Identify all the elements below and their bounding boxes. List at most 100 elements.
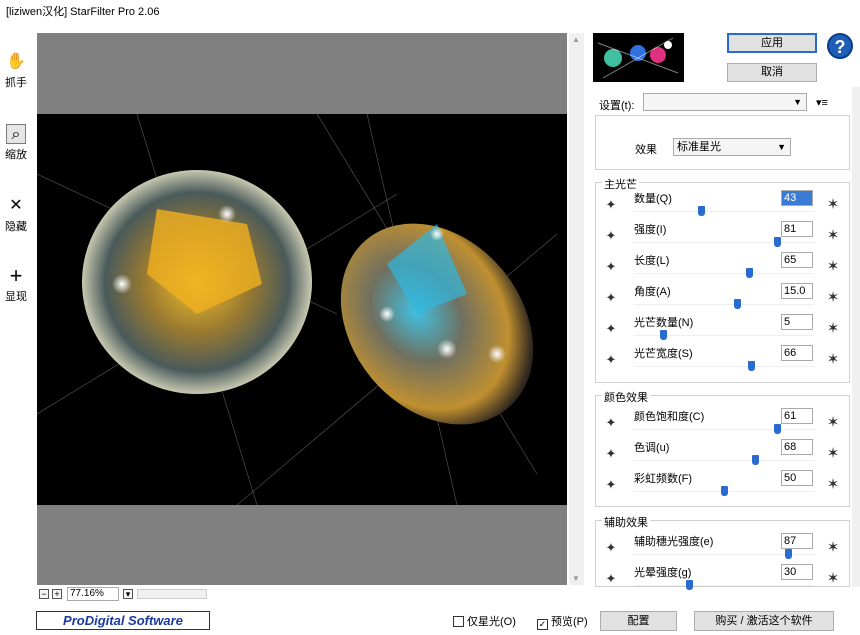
scroll-up-icon[interactable]: ▲ <box>572 35 580 44</box>
slider-track[interactable] <box>634 304 814 305</box>
cancel-button[interactable]: 取消 <box>727 63 817 82</box>
slider-thumb[interactable] <box>748 361 756 371</box>
tool-hide[interactable]: ✕ 隐藏 <box>0 196 32 234</box>
help-icon[interactable]: ? <box>827 33 853 59</box>
slider-thumb[interactable] <box>698 206 705 216</box>
preview-label: 预览(P) <box>551 616 588 628</box>
slider-track[interactable] <box>634 211 814 212</box>
cross-rainbow-icon: ✶ <box>826 476 840 493</box>
slider-label: 光芒宽度(S) <box>634 348 693 360</box>
zoom-dropdown-button[interactable]: ▾ <box>123 589 133 599</box>
slider-value-field[interactable]: 61 <box>781 408 813 424</box>
slider-thumb[interactable] <box>685 580 693 590</box>
slider-row-main-0: ✦ 数量(Q) 43 ✶ <box>590 190 860 221</box>
only-star-label: 仅星光(O) <box>467 616 516 628</box>
halo-icon: ✶ <box>826 570 840 587</box>
tool-hand-label: 抓手 <box>5 77 27 89</box>
slider-track[interactable] <box>634 366 814 367</box>
slider-value-field[interactable]: 87 <box>781 533 813 549</box>
preview-image[interactable] <box>37 114 567 505</box>
slider-thumb[interactable] <box>751 455 759 465</box>
slider-label: 强度(I) <box>634 224 667 236</box>
slider-track[interactable] <box>634 242 814 243</box>
settings-menu-icon[interactable]: ▾≡ <box>816 96 828 109</box>
zoom-field[interactable]: 77.16% <box>67 587 119 601</box>
slider-value-field[interactable]: 30 <box>781 564 813 580</box>
settings-panel: 设置(t): ▼ ▾≡ 效果 标准星光 ▼ 主光芒 ✦ 数量(Q) 43 ✶ ✦ 强度(I… <box>590 87 860 590</box>
slider-track[interactable] <box>634 585 814 586</box>
slider-row-color-0: ✦ 颜色饱和度(C) 61 ✶ <box>590 408 860 439</box>
slider-thumb[interactable] <box>659 330 667 340</box>
slider-value-field[interactable]: 50 <box>781 470 813 486</box>
effect-label: 效果 <box>635 144 657 156</box>
slider-value-field[interactable]: 15.0 <box>781 283 813 299</box>
thumbnail-image <box>597 37 679 79</box>
slider-row-main-1: ✦ 强度(I) 81 ✶ <box>590 221 860 252</box>
window-title: [liziwen汉化] StarFilter Pro 2.06 <box>0 0 860 24</box>
slider-track[interactable] <box>634 460 814 461</box>
slider-value-field[interactable]: 81 <box>781 221 813 237</box>
zoom-in-button[interactable]: + <box>52 589 62 599</box>
horizontal-scrollbar[interactable] <box>137 589 207 599</box>
slider-value-field[interactable]: 66 <box>781 345 813 361</box>
sparkle-icon: ✦ <box>605 540 617 555</box>
plus-icon: + <box>9 263 23 288</box>
slider-row-aux-1: ✦ 光晕强度(g) 30 ✶ <box>590 564 860 595</box>
x-icon: ✕ <box>9 197 23 214</box>
checkbox-unchecked-icon <box>453 616 464 627</box>
tool-zoom-label: 缩放 <box>5 149 27 161</box>
tool-show[interactable]: + 显现 <box>0 263 32 304</box>
tool-zoom[interactable]: ⌕ 缩放 <box>0 124 32 162</box>
scroll-down-icon[interactable]: ▼ <box>572 574 580 583</box>
star-thin-icon: ✶ <box>826 351 840 368</box>
zoom-bar: − + 77.16% ▾ <box>37 586 582 602</box>
tool-show-label: 显现 <box>5 291 27 303</box>
magnifier-icon: ⌕ <box>6 124 26 144</box>
slider-value-field[interactable]: 68 <box>781 439 813 455</box>
slider-thumb[interactable] <box>746 268 754 278</box>
zoom-out-button[interactable]: − <box>39 589 49 599</box>
slider-row-main-3: ✦ 角度(A) 15.0 ✶ <box>590 283 860 314</box>
slider-track[interactable] <box>634 273 814 274</box>
vertical-scrollbar[interactable]: ▲ ▼ <box>569 33 584 585</box>
star-rotated-icon: ✶ <box>826 289 840 306</box>
preview-checkbox[interactable]: ✓ 预览(P) <box>537 613 588 630</box>
cross-blue-icon: ✶ <box>826 414 840 431</box>
slider-label: 光芒数量(N) <box>634 317 694 329</box>
star-burst-icon: ✶ <box>826 320 840 337</box>
slider-thumb[interactable] <box>774 237 782 247</box>
slider-value-field[interactable]: 65 <box>781 252 813 268</box>
slider-value-field[interactable]: 5 <box>781 314 813 330</box>
chevron-down-icon: ▼ <box>793 97 802 107</box>
buy-button[interactable]: 购买 / 激活这个软件 <box>694 611 834 631</box>
color-title: 颜色效果 <box>602 389 650 405</box>
slider-label: 辅助穗光强度(e) <box>634 536 714 548</box>
slider-value-field[interactable]: 43 <box>781 190 813 206</box>
prodigital-logo: ProDigital Software <box>36 611 210 630</box>
slider-thumb[interactable] <box>734 299 742 309</box>
slider-thumb[interactable] <box>774 424 782 434</box>
slider-label: 色调(u) <box>634 442 670 454</box>
sparkle-small-icon: ✦ <box>605 571 617 586</box>
slider-thumb[interactable] <box>720 486 728 496</box>
star-wide-icon: ✦ <box>605 352 617 367</box>
slider-row-main-2: ✦ 长度(L) 65 ✶ <box>590 252 860 283</box>
cross-x-bold-icon: ✦ <box>605 446 617 461</box>
effect-select[interactable]: 标准星光 ▼ <box>673 138 791 156</box>
effect-chevron-down-icon: ▼ <box>777 142 786 152</box>
cross-x-icon: ✦ <box>605 415 617 430</box>
slider-row-color-2: ✦ 彩虹频数(F) 50 ✶ <box>590 470 860 501</box>
tool-hide-label: 隐藏 <box>5 221 27 233</box>
slider-label: 颜色饱和度(C) <box>634 411 705 423</box>
apply-button[interactable]: 应用 <box>727 33 817 53</box>
slider-row-aux-0: ✦ 辅助穗光强度(e) 87 ✶ <box>590 533 860 564</box>
slider-label: 彩虹频数(F) <box>634 473 693 485</box>
slider-track[interactable] <box>634 429 814 430</box>
settings-select[interactable]: ▼ <box>643 93 807 111</box>
panel-scrollbar[interactable] <box>852 87 860 587</box>
checkbox-checked-icon: ✓ <box>537 619 548 630</box>
configure-button[interactable]: 配置 <box>600 611 677 631</box>
only-star-checkbox[interactable]: 仅星光(O) <box>453 613 516 629</box>
tool-hand[interactable]: ✋ 抓手 <box>0 52 32 90</box>
slider-thumb[interactable] <box>784 549 792 559</box>
